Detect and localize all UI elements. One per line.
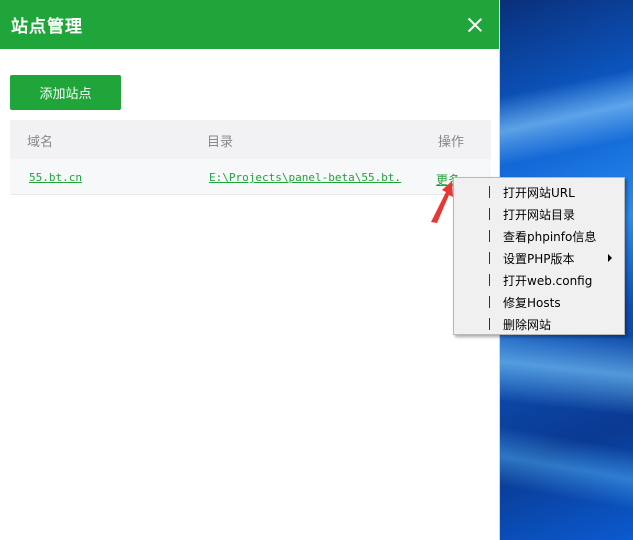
column-header-actions: 操作: [438, 135, 465, 150]
wallpaper-light-beam: [499, 58, 633, 172]
menu-item-php-version[interactable]: 设置PHP版本: [454, 247, 624, 269]
menu-item-delete-site[interactable]: 删除网站: [454, 313, 624, 335]
menu-item-label: 修复Hosts: [503, 296, 561, 310]
site-management-dialog: 站点管理 添加站点 域名 目录 操作 55.bt.cn E:\Projects\…: [0, 0, 500, 540]
column-header-directory: 目录: [207, 135, 234, 150]
menu-item-open-webconfig[interactable]: 打开web.config: [454, 269, 624, 291]
menu-separator: [489, 318, 490, 330]
menu-item-label: 打开网站目录: [503, 208, 576, 222]
table-row: 55.bt.cn E:\Projects\panel-beta\55.bt. 更…: [10, 159, 491, 195]
chevron-right-icon: [608, 254, 612, 262]
menu-separator: [489, 296, 490, 308]
site-table: 域名 目录 操作 55.bt.cn E:\Projects\panel-beta…: [10, 120, 491, 195]
close-icon[interactable]: [463, 13, 487, 37]
dialog-title: 站点管理: [11, 17, 83, 37]
menu-item-label: 删除网站: [503, 318, 552, 332]
arrow-annotation-icon: [431, 181, 453, 223]
menu-item-label: 打开web.config: [503, 274, 593, 288]
menu-separator: [489, 208, 490, 220]
menu-separator: [489, 230, 490, 242]
dialog-titlebar: 站点管理: [0, 0, 499, 49]
menu-item-fix-hosts[interactable]: 修复Hosts: [454, 291, 624, 313]
menu-item-phpinfo[interactable]: 查看phpinfo信息: [454, 225, 624, 247]
menu-separator: [489, 186, 490, 198]
context-menu: 打开网站URL 打开网站目录 查看phpinfo信息 设置PHP版本 打开web…: [453, 177, 625, 335]
menu-item-label: 查看phpinfo信息: [503, 230, 597, 244]
menu-item-label: 设置PHP版本: [503, 252, 575, 266]
column-header-domain: 域名: [27, 135, 54, 150]
wallpaper-light-beam: [499, 422, 633, 518]
site-domain-link[interactable]: 55.bt.cn: [29, 171, 82, 184]
table-header: 域名 目录 操作: [10, 120, 491, 159]
menu-separator: [489, 274, 490, 286]
menu-item-label: 打开网站URL: [503, 186, 575, 200]
site-directory-link[interactable]: E:\Projects\panel-beta\55.bt.: [209, 171, 401, 184]
menu-item-open-url[interactable]: 打开网站URL: [454, 181, 624, 203]
menu-item-open-directory[interactable]: 打开网站目录: [454, 203, 624, 225]
menu-separator: [489, 252, 490, 264]
add-site-button[interactable]: 添加站点: [10, 75, 121, 110]
